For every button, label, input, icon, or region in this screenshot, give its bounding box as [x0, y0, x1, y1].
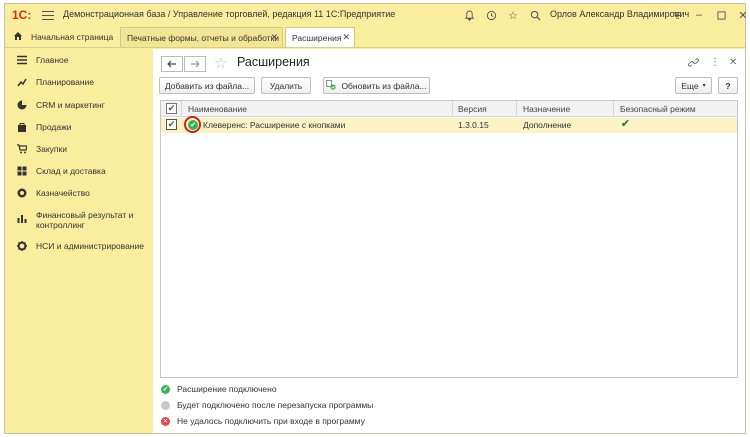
legend-label: Будет подключено после перезапуска прогр… [177, 400, 374, 410]
back-button[interactable] [161, 56, 183, 72]
sidebar-item-label: Склад и доставка [36, 166, 106, 176]
tab-home[interactable]: Начальная страница [7, 27, 117, 47]
sidebar-item-label: Закупки [36, 144, 67, 154]
legend-label: Расширение подключено [177, 384, 277, 394]
gear-icon [17, 241, 27, 251]
bag-icon [17, 122, 27, 132]
sidebar-item-planning[interactable]: Планирование [17, 77, 149, 87]
sidebar-item-label: Планирование [36, 77, 95, 87]
column-header-safe-mode[interactable]: Безопасный режим [620, 104, 696, 114]
search-icon[interactable] [527, 7, 543, 23]
bell-icon[interactable] [461, 7, 477, 23]
sidebar-item-main[interactable]: Главное [17, 55, 149, 65]
cart-icon [17, 144, 27, 154]
pie-icon [17, 100, 27, 110]
coin-icon [17, 188, 27, 198]
pending-status-icon [161, 400, 170, 410]
form-title: Расширения [237, 55, 310, 69]
forward-button[interactable] [184, 56, 206, 72]
add-from-file-button[interactable]: Добавить из файла... [159, 77, 255, 94]
column-header-version[interactable]: Версия [458, 104, 487, 114]
error-status-icon: ✕ [161, 416, 170, 426]
window-controls: – ✕ [669, 7, 750, 23]
cell-version: 1.3.0.15 [458, 120, 489, 130]
tab-print-forms[interactable]: Печатные формы, отчеты и обработки ✕ [120, 27, 283, 47]
sidebar-item-crm[interactable]: CRM и маркетинг [17, 100, 149, 110]
cell-name: Клеверенс: Расширение с кнопками [203, 120, 346, 130]
legend-connected: ✔ Расширение подключено [161, 384, 277, 394]
tab-close-icon[interactable]: ✕ [270, 32, 278, 43]
select-all-checkbox[interactable]: ✔ [166, 103, 177, 114]
close-icon[interactable]: ✕ [735, 7, 750, 23]
app-window: 1С: Демонстрационная база / Управление т… [4, 3, 748, 434]
row-active-checkbox[interactable]: ✔ [166, 119, 177, 130]
extensions-form: ☆ Расширения ⋮ ✕ Добавить из файла... Уд… [153, 49, 745, 433]
extensions-table: ✔ Наименование Версия Назначение Безопас… [160, 100, 738, 378]
tabs-bar: Начальная страница Печатные формы, отчет… [5, 26, 745, 48]
safe-mode-checkbox[interactable]: ✔ [620, 119, 631, 130]
legend-label: Не удалось подключить при входе в програ… [177, 416, 365, 426]
maximize-icon[interactable] [713, 7, 729, 23]
delete-button[interactable]: Удалить [261, 77, 311, 94]
settings-lines-icon[interactable] [669, 7, 685, 23]
legend-pending: Будет подключено после перезапуска прогр… [161, 400, 373, 410]
link-icon[interactable] [688, 57, 699, 71]
update-from-file-label: Обновить из файла... [341, 80, 427, 91]
tab-close-icon[interactable]: ✕ [342, 32, 350, 43]
table-header: ✔ Наименование Версия Назначение Безопас… [161, 101, 737, 117]
sidebar-item-sales[interactable]: Продажи [17, 122, 149, 132]
column-header-purpose[interactable]: Назначение [523, 104, 570, 114]
sidebar-item-admin[interactable]: НСИ и администрирование [17, 241, 149, 251]
cell-purpose: Дополнение [523, 120, 572, 130]
tab-extensions-label: Расширения [292, 32, 342, 43]
help-button[interactable]: ? [718, 77, 738, 94]
app-logo: 1С: [12, 8, 32, 22]
more-button[interactable]: Еще ▾ [675, 77, 712, 94]
title-toolbar: ☆ [461, 7, 543, 23]
warehouse-icon [17, 166, 27, 176]
home-icon [13, 31, 23, 44]
connected-status-icon: ✔ [161, 384, 170, 394]
title-bar: 1С: Демонстрационная база / Управление т… [5, 4, 748, 26]
minimize-icon[interactable]: – [691, 7, 707, 23]
sidebar-item-label: CRM и маркетинг [36, 100, 105, 110]
history-icon[interactable] [483, 7, 499, 23]
tab-print-forms-label: Печатные формы, отчеты и обработки [127, 32, 280, 43]
chevron-down-icon: ▾ [702, 83, 706, 89]
favorite-star-icon[interactable]: ☆ [214, 54, 227, 72]
chart-icon [17, 77, 27, 87]
favorites-star-icon[interactable]: ☆ [505, 7, 521, 23]
sidebar-item-treasury[interactable]: Казначейство [17, 188, 149, 198]
close-form-icon[interactable]: ✕ [729, 57, 737, 68]
main-menu-icon[interactable] [42, 8, 54, 22]
tab-extensions[interactable]: Расширения ✕ [285, 27, 355, 47]
tab-home-label: Начальная страница [31, 32, 114, 42]
more-label: Еще [681, 80, 699, 91]
sidebar-item-label: Финансовый результат и контроллинг [36, 210, 134, 230]
legend-failed: ✕ Не удалось подключить при входе в прог… [161, 416, 365, 426]
column-header-name[interactable]: Наименование [188, 104, 247, 114]
table-row[interactable]: ✔ ✔ Клеверенс: Расширение с кнопками 1.3… [161, 116, 737, 133]
sidebar-item-warehouse[interactable]: Склад и доставка [17, 166, 149, 176]
sidebar-item-label: Продажи [36, 122, 72, 132]
sidebar-item-finance[interactable]: Финансовый результат и контроллинг [17, 210, 149, 230]
update-from-file-button[interactable]: Обновить из файла... [323, 77, 430, 94]
sidebar-item-label: Казначейство [36, 188, 90, 198]
menu-icon [17, 55, 27, 65]
sidebar: Главное Планирование CRM и маркетинг Про… [5, 49, 153, 433]
more-vert-icon[interactable]: ⋮ [710, 57, 720, 68]
sidebar-item-purchases[interactable]: Закупки [17, 144, 149, 154]
connected-status-icon: ✔ [188, 120, 198, 130]
update-icon [326, 79, 337, 92]
sidebar-item-label: НСИ и администрирование [36, 241, 144, 251]
bar-chart-icon [17, 213, 27, 223]
window-title: Демонстрационная база / Управление торго… [63, 9, 396, 19]
sidebar-item-label: Главное [36, 55, 69, 65]
